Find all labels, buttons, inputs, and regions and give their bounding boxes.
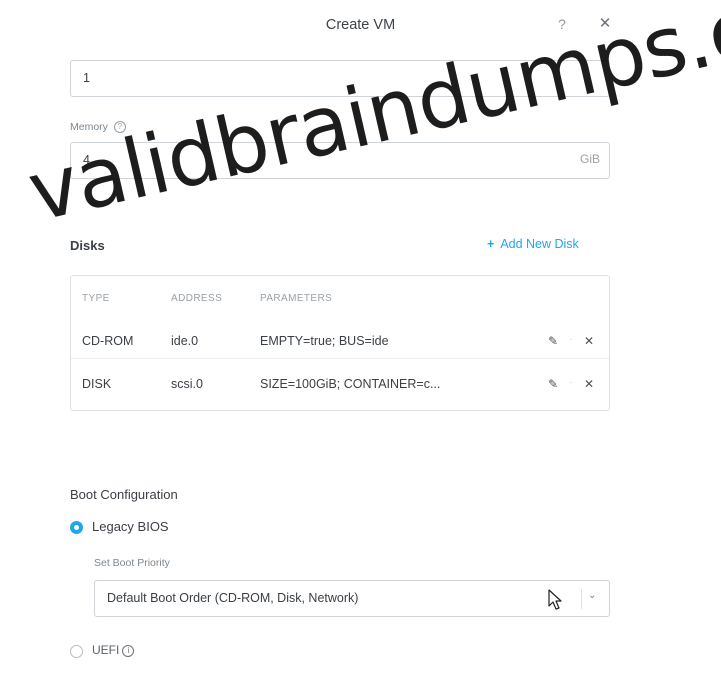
boot-priority-select[interactable]: Default Boot Order (CD-ROM, Disk, Networ… <box>94 580 610 617</box>
memory-input[interactable]: 4 <box>70 142 610 179</box>
disks-table: TYPE ADDRESS PARAMETERS CD-ROM ide.0 EMP… <box>70 275 610 411</box>
select-divider <box>581 589 582 609</box>
mouse-cursor-icon <box>548 589 562 610</box>
disks-heading: Disks <box>70 238 105 253</box>
plus-icon: + <box>487 237 495 251</box>
action-separator: · <box>569 377 573 388</box>
legacy-bios-radio[interactable] <box>70 521 83 534</box>
chevron-down-icon[interactable]: ⌄ <box>588 590 596 601</box>
disk-row-1-parameters: EMPTY=true; BUS=ide <box>260 334 389 348</box>
legacy-bios-label[interactable]: Legacy BIOS <box>92 519 169 534</box>
uefi-option[interactable]: UEFI i <box>92 643 135 657</box>
pencil-icon[interactable]: ✎ <box>546 377 560 391</box>
boot-priority-label: Set Boot Priority <box>94 557 170 569</box>
uefi-info-icon[interactable]: i <box>122 644 135 657</box>
column-header-address: ADDRESS <box>171 293 223 304</box>
column-header-parameters: PARAMETERS <box>260 293 333 304</box>
memory-label: Memory ? <box>70 121 126 134</box>
memory-label-text: Memory <box>70 121 108 133</box>
uefi-label: UEFI <box>92 643 120 657</box>
disk-row-1-type: CD-ROM <box>82 334 134 348</box>
disk-row-1-address: ide.0 <box>171 334 199 348</box>
column-header-type: TYPE <box>82 293 110 304</box>
uefi-radio[interactable] <box>70 645 83 658</box>
memory-unit: GiB <box>580 152 601 166</box>
row-divider <box>71 358 609 359</box>
pencil-icon[interactable]: ✎ <box>546 334 560 348</box>
disk-row-2-type: DISK <box>82 377 112 391</box>
action-separator: · <box>569 334 573 345</box>
delete-icon[interactable]: ✕ <box>582 377 596 391</box>
vcpu-input[interactable]: 1 <box>70 60 610 97</box>
disk-row-2-parameters: SIZE=100GiB; CONTAINER=c... <box>260 377 441 391</box>
memory-info-icon[interactable]: ? <box>113 121 126 134</box>
add-new-disk-button[interactable]: + Add New Disk <box>487 237 579 251</box>
boot-configuration-heading: Boot Configuration <box>70 487 178 502</box>
help-icon[interactable]: ? <box>553 15 571 33</box>
disk-row-2-address: scsi.0 <box>171 377 203 391</box>
close-icon[interactable]: ✕ <box>596 15 614 33</box>
add-new-disk-label: Add New Disk <box>500 237 579 251</box>
delete-icon[interactable]: ✕ <box>582 334 596 348</box>
